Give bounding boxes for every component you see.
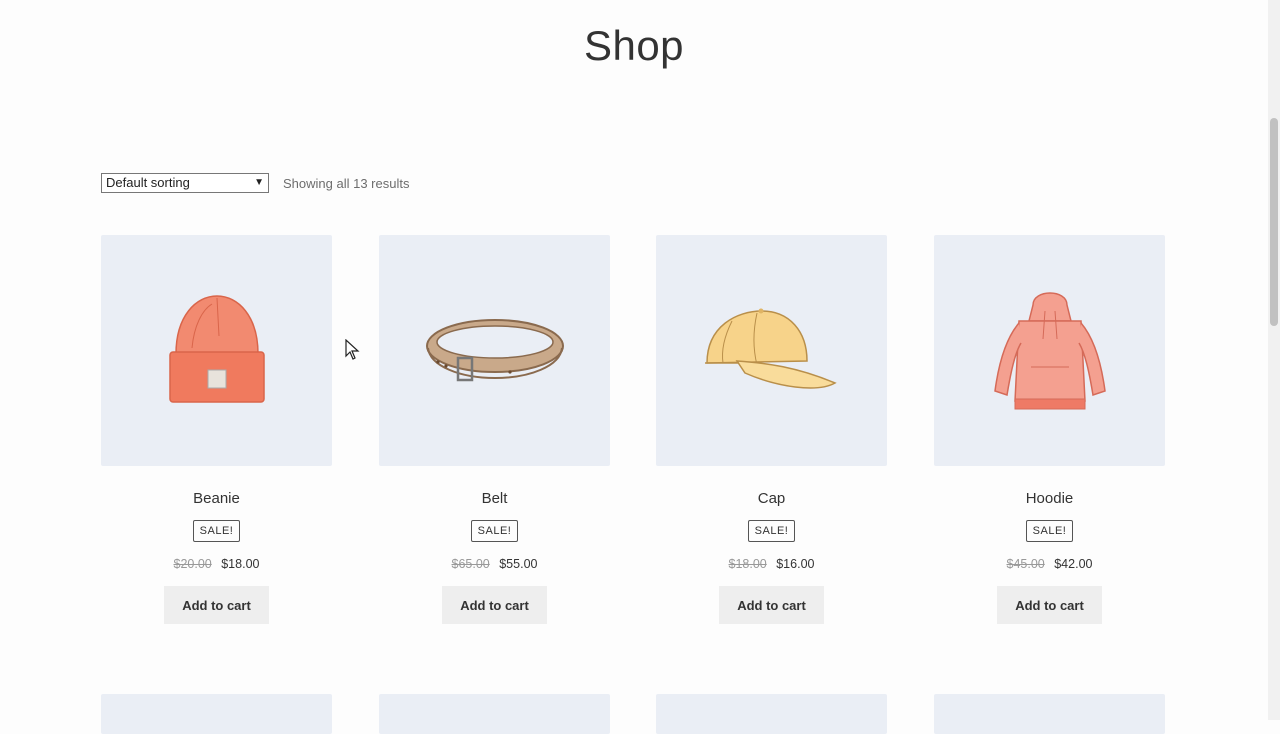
sale-badge: SALE! <box>470 520 519 542</box>
product-thumbnail[interactable] <box>656 235 887 466</box>
product-thumbnail[interactable] <box>379 235 610 466</box>
original-price: $18.00 <box>728 557 767 571</box>
mouse-cursor-icon <box>345 339 360 360</box>
sale-price: $42.00 <box>1054 557 1093 571</box>
cap-image <box>704 308 837 389</box>
belt-image <box>425 318 564 381</box>
product-price: $18.00 $16.00 <box>656 557 887 571</box>
product-card-belt: Belt SALE! $65.00 $55.00 Add to cart <box>379 235 610 624</box>
product-card-hoodie: Hoodie SALE! $45.00 $42.00 Add to cart <box>934 235 1165 624</box>
add-to-cart-button[interactable]: Add to cart <box>164 586 269 624</box>
add-to-cart-button[interactable]: Add to cart <box>442 586 547 624</box>
product-price: $65.00 $55.00 <box>379 557 610 571</box>
sorting-select[interactable]: Default sorting ▼ <box>101 173 269 193</box>
sale-price: $18.00 <box>221 557 260 571</box>
scrollbar-thumb[interactable] <box>1270 118 1278 326</box>
product-name[interactable]: Belt <box>379 490 610 508</box>
sale-price: $16.00 <box>776 557 815 571</box>
product-thumbnail[interactable] <box>656 694 887 734</box>
beanie-image <box>168 294 265 403</box>
add-to-cart-button[interactable]: Add to cart <box>997 586 1102 624</box>
product-thumbnail[interactable] <box>934 694 1165 734</box>
sorting-select-value: Default sorting <box>106 175 190 190</box>
product-name[interactable]: Hoodie <box>934 490 1165 508</box>
sale-badge: SALE! <box>747 520 796 542</box>
sale-price: $55.00 <box>499 557 538 571</box>
product-name[interactable]: Cap <box>656 490 887 508</box>
original-price: $45.00 <box>1006 557 1045 571</box>
sale-badge: SALE! <box>1025 520 1074 542</box>
page-scrollbar[interactable] <box>1268 0 1280 720</box>
product-thumbnail[interactable] <box>379 694 610 734</box>
result-count: Showing all 13 results <box>283 175 410 191</box>
hoodie-image <box>993 291 1106 409</box>
product-price: $20.00 $18.00 <box>101 557 332 571</box>
product-thumbnail[interactable] <box>101 235 332 466</box>
shop-toolbar: Default sorting ▼ Showing all 13 results <box>101 172 409 194</box>
page-title: Shop <box>583 22 685 69</box>
original-price: $65.00 <box>451 557 490 571</box>
product-price: $45.00 $42.00 <box>934 557 1165 571</box>
product-thumbnail[interactable] <box>934 235 1165 466</box>
product-card-cap: Cap SALE! $18.00 $16.00 Add to cart <box>656 235 887 624</box>
add-to-cart-button[interactable]: Add to cart <box>719 586 824 624</box>
original-price: $20.00 <box>173 557 212 571</box>
sale-badge: SALE! <box>192 520 241 542</box>
dropdown-arrow-icon: ▼ <box>254 177 264 188</box>
product-thumbnail[interactable] <box>101 694 332 734</box>
product-card-beanie: Beanie SALE! $20.00 $18.00 Add to cart <box>101 235 332 624</box>
product-name[interactable]: Beanie <box>101 490 332 508</box>
